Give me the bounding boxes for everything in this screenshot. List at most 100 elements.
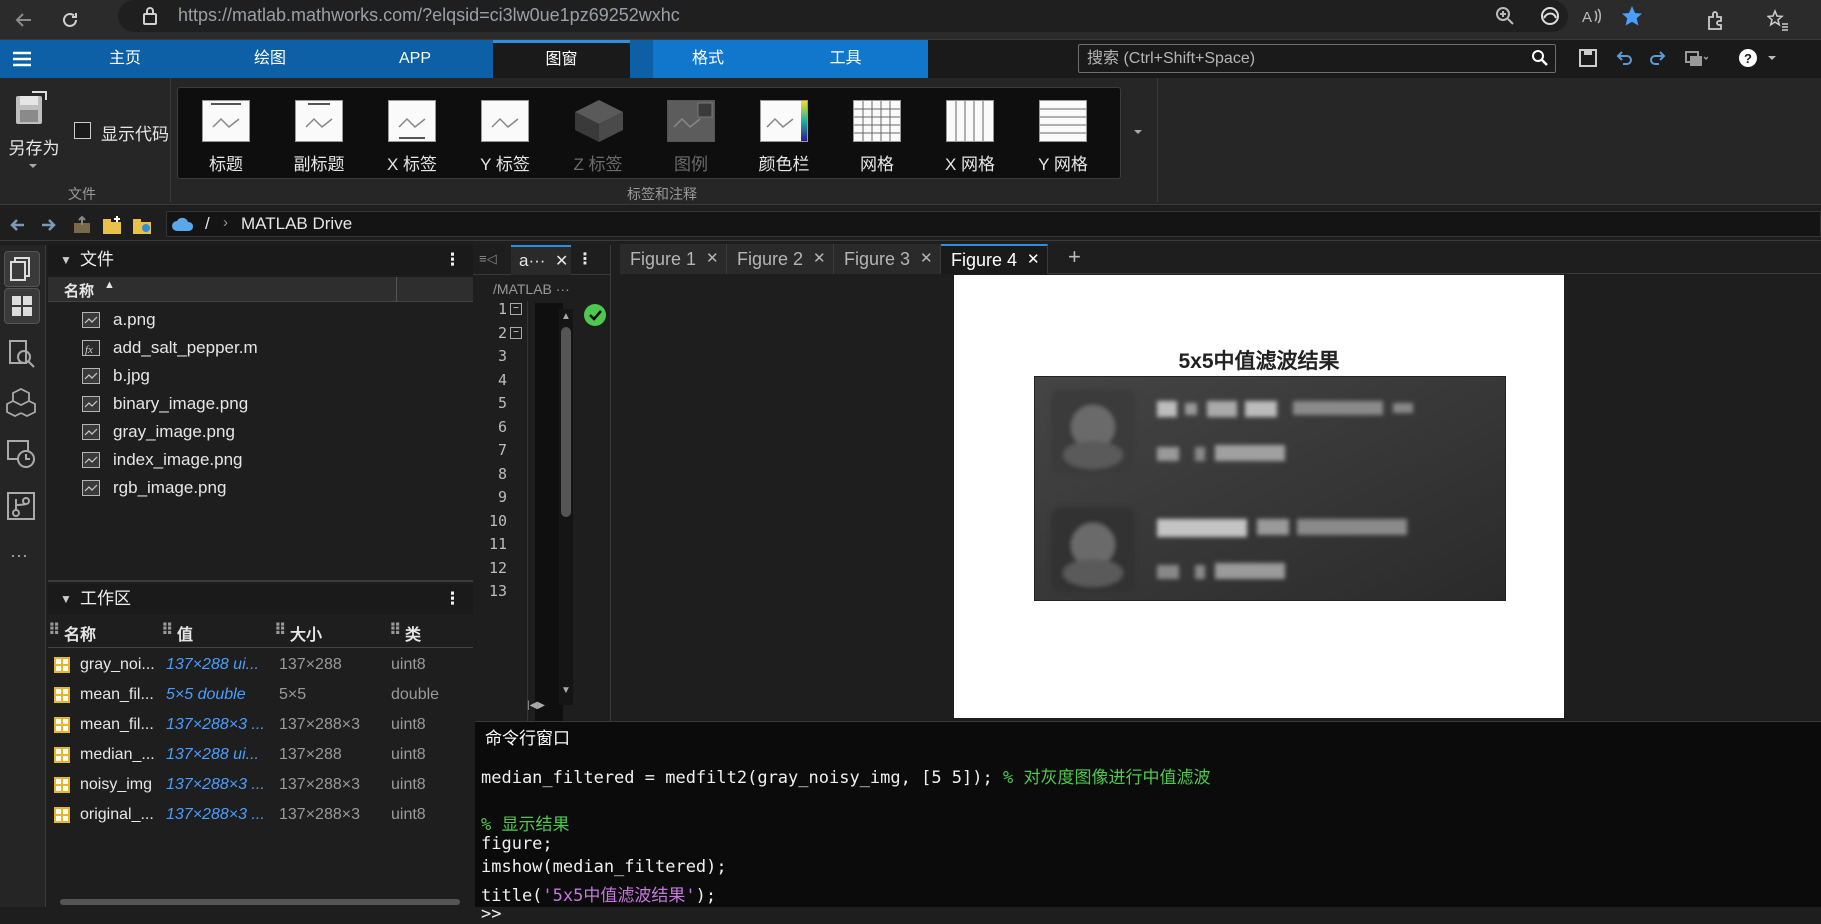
editor-tab-scroll-icon[interactable]: ≡◁ <box>479 251 497 267</box>
favorite-star-icon[interactable] <box>1620 4 1644 28</box>
path-root[interactable]: / <box>205 214 210 234</box>
source-control-icon[interactable] <box>4 489 38 523</box>
tab-plots[interactable]: 绘图 <box>215 40 325 78</box>
code-analyzer-ok-icon[interactable] <box>584 304 606 326</box>
help-dropdown-icon[interactable] <box>1760 46 1784 70</box>
collapse-workspace-icon[interactable]: ▼ <box>60 584 72 614</box>
help-icon[interactable]: ? <box>1736 46 1760 70</box>
figure-tab[interactable]: Figure 1 ✕ <box>620 244 727 274</box>
back-icon[interactable] <box>12 8 36 32</box>
undo-icon[interactable] <box>1612 46 1636 70</box>
add-ons-icon[interactable] <box>4 385 38 419</box>
figure-tab[interactable]: Figure 3 ✕ <box>834 244 941 274</box>
forward-arrow-icon[interactable] <box>36 213 60 237</box>
editor-menu-icon[interactable]: ⋮ <box>577 249 593 269</box>
close-icon[interactable]: ✕ <box>1027 246 1040 274</box>
up-folder-icon[interactable] <box>70 213 94 237</box>
scroll-thumb[interactable] <box>561 327 571 517</box>
workspace-panel-icon[interactable] <box>4 288 40 324</box>
horizontal-scroll-icon[interactable]: |◀▶ <box>527 700 545 711</box>
file-list-item[interactable]: rgb_image.png <box>60 472 470 504</box>
fold-icon[interactable]: − <box>510 327 522 339</box>
read-aloud-icon[interactable]: A <box>1580 4 1604 28</box>
save-as-label[interactable]: 另存为 <box>4 134 64 159</box>
workspace-row[interactable]: mean_fil... 137×288×3 ... 137×288×3 uint8 <box>48 710 473 740</box>
workspace-row[interactable]: mean_fil... 5×5 double 5×5 double <box>48 680 473 710</box>
close-icon[interactable]: ✕ <box>555 251 568 271</box>
figure-tab[interactable]: Figure 4 ✕ <box>941 244 1048 274</box>
scroll-down-icon[interactable]: ▼ <box>561 685 571 696</box>
ws-col-size[interactable]: 大小 <box>290 621 322 645</box>
workspace-row[interactable]: original_... 137×288×3 ... 137×288×3 uint8 <box>48 800 473 830</box>
reload-icon[interactable] <box>58 8 82 32</box>
panel-divider[interactable] <box>48 580 473 582</box>
tab-format[interactable]: 格式 <box>653 40 763 78</box>
ygrid-button[interactable]: Y 网格 <box>1015 88 1105 180</box>
collapse-files-icon[interactable]: ▼ <box>60 245 72 275</box>
back-arrow-icon[interactable] <box>6 213 30 237</box>
workspace-scrollbar[interactable] <box>60 899 460 905</box>
edge-extension-icon[interactable] <box>1538 4 1562 28</box>
tab-tools[interactable]: 工具 <box>763 40 928 78</box>
workspace-panel-menu-icon[interactable]: ⋮ <box>444 584 461 614</box>
menu-icon[interactable] <box>10 47 34 71</box>
editor-vertical-scrollbar[interactable]: ▲ ▼ <box>559 309 573 705</box>
zoom-icon[interactable] <box>1493 4 1517 28</box>
column-drag-icon[interactable]: ⠿ <box>48 620 61 640</box>
files-name-column[interactable]: 名称 <box>64 280 94 301</box>
save-as-icon[interactable] <box>8 88 58 128</box>
find-files-icon[interactable] <box>4 337 38 371</box>
close-icon[interactable]: ✕ <box>813 244 826 274</box>
grid-button[interactable]: 网格 <box>829 88 919 180</box>
command-window[interactable]: median_filtered = medfilt2(gray_noisy_im… <box>475 755 1821 924</box>
window-layout-icon[interactable] <box>1684 46 1708 70</box>
column-drag-icon[interactable]: ⠿ <box>274 620 287 640</box>
save-as-dropdown-icon[interactable] <box>28 162 38 170</box>
files-panel-menu-icon[interactable]: ⋮ <box>444 245 461 275</box>
lock-icon <box>138 4 162 28</box>
show-code-checkbox[interactable] <box>74 122 91 139</box>
tab-figure[interactable]: 图窗 <box>493 40 630 78</box>
subtitle-button-label: 副标题 <box>293 155 345 174</box>
close-icon[interactable]: ✕ <box>920 244 933 274</box>
address-bar[interactable]: https://matlab.mathworks.com/?elqsid=ci3… <box>118 0 1642 32</box>
column-drag-icon[interactable]: ⠿ <box>161 620 174 640</box>
save-icon[interactable] <box>1576 46 1600 70</box>
editor-tab[interactable]: a··· ✕ <box>511 245 571 275</box>
search-input[interactable]: 搜索 (Ctrl+Shift+Space) <box>1078 44 1556 73</box>
tab-apps[interactable]: APP <box>360 40 470 78</box>
ws-col-name[interactable]: 名称 <box>64 621 96 645</box>
fold-icon[interactable]: − <box>510 303 522 315</box>
column-drag-icon[interactable]: ⠿ <box>389 620 402 640</box>
figure-tab[interactable]: Figure 2 ✕ <box>727 244 834 274</box>
ws-col-class[interactable]: 类 <box>405 621 421 645</box>
title-button[interactable]: 标题 <box>178 88 268 180</box>
xgrid-button[interactable]: X 网格 <box>922 88 1012 180</box>
more-icon[interactable]: ··· <box>10 545 28 566</box>
search-icon[interactable] <box>1528 46 1552 70</box>
workspace-row[interactable]: gray_noi... 137×288 ui... 137×288 uint8 <box>48 650 473 680</box>
subtitle-button[interactable]: 副标题 <box>271 88 361 180</box>
new-folder-icon[interactable] <box>100 213 124 237</box>
files-panel-icon[interactable] <box>4 251 40 287</box>
command-history-icon[interactable] <box>4 437 38 471</box>
current-folder-field[interactable]: / › MATLAB Drive <box>166 211 1821 237</box>
browse-folder-icon[interactable] <box>130 213 154 237</box>
favorites-list-icon[interactable] <box>1766 8 1790 32</box>
add-figure-icon[interactable]: + <box>1068 244 1081 270</box>
close-icon[interactable]: ✕ <box>706 244 719 274</box>
figure-canvas[interactable]: 5x5中值滤波结果 <box>954 275 1564 718</box>
files-column-header: 名称 ▲ <box>48 277 473 302</box>
xlabel-button[interactable]: X 标签 <box>364 88 454 180</box>
gallery-expand-icon[interactable] <box>1132 128 1144 136</box>
workspace-row[interactable]: noisy_img 137×288×3 ... 137×288×3 uint8 <box>48 770 473 800</box>
path-folder[interactable]: MATLAB Drive <box>241 214 352 234</box>
ylabel-button[interactable]: Y 标签 <box>457 88 547 180</box>
redo-icon[interactable] <box>1646 46 1670 70</box>
colorbar-button[interactable]: 颜色栏 <box>736 88 826 180</box>
workspace-row[interactable]: median_... 137×288 ui... 137×288 uint8 <box>48 740 473 770</box>
tab-home[interactable]: 主页 <box>70 40 180 78</box>
extensions-icon[interactable] <box>1704 8 1728 32</box>
ws-col-value[interactable]: 值 <box>177 621 193 645</box>
scroll-up-icon[interactable]: ▲ <box>561 311 571 322</box>
